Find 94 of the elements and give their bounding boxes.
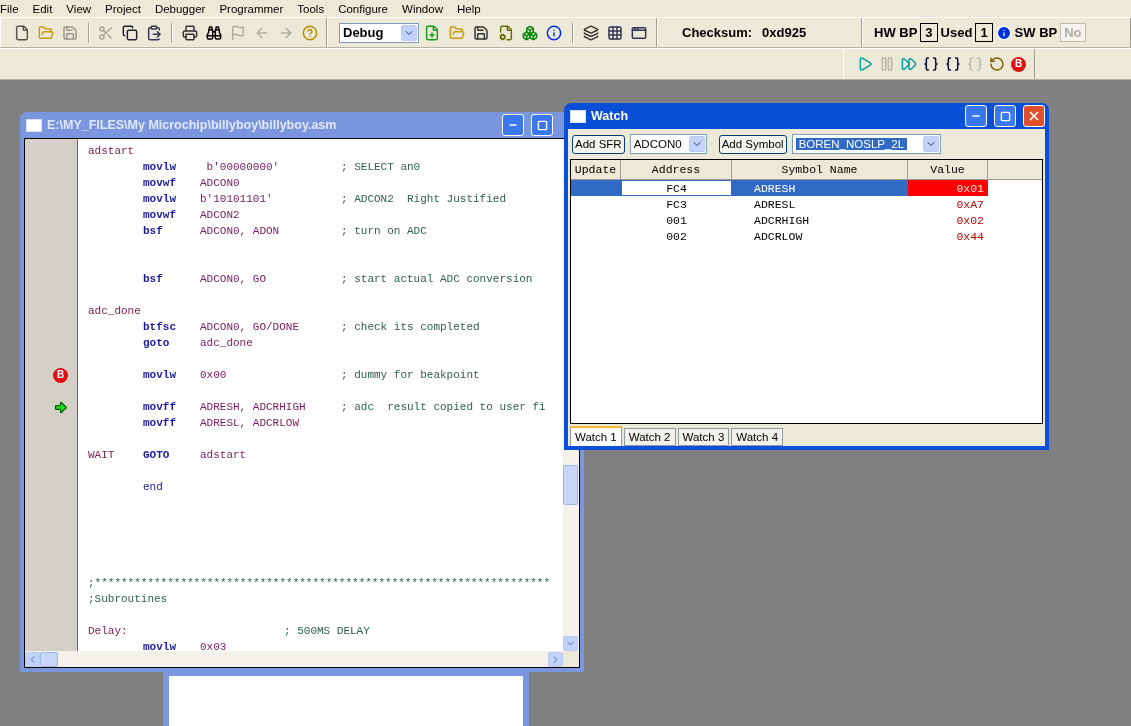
breakpoint-marker[interactable]: B — [53, 367, 68, 383]
code-label: WAIT — [88, 449, 115, 461]
window-title: Watch — [591, 109, 630, 123]
code-instruction: bsf — [143, 273, 163, 285]
used-label: Used — [940, 25, 973, 40]
selection-highlight — [571, 180, 621, 196]
code-operand: ADCON0, GO/DONE — [200, 321, 300, 333]
menu-item[interactable]: Tools — [297, 2, 331, 15]
window-title: E:\MY_FILES\My Microchip\billyboy\billyboy.asm — [47, 118, 338, 132]
column-header[interactable]: Update — [571, 160, 621, 180]
table-cell: FC4 — [621, 180, 732, 196]
minimize-button[interactable] — [965, 105, 987, 127]
code-label: Delay: — [88, 625, 128, 637]
code-operand: ADRESL, ADCRLOW — [200, 417, 300, 429]
code-instruction: goto — [143, 337, 170, 349]
code-instruction: movff — [143, 417, 176, 429]
checksum-label: Checksum: — [682, 25, 753, 40]
code-comment: ; adc result copied to user fi — [341, 401, 546, 413]
hw-bp-count: 3 — [920, 23, 938, 42]
code-instruction: movwf — [143, 209, 176, 221]
used-count: 1 — [975, 23, 993, 42]
table-cell: ADRESH — [732, 180, 908, 196]
column-header[interactable]: Symbol Name — [732, 160, 908, 180]
info-icon — [995, 24, 1012, 41]
menu-item[interactable]: Configure — [338, 2, 395, 15]
code-comment: ; start actual ADC conversion — [341, 273, 533, 285]
close-icon — [1027, 109, 1041, 123]
code-instruction: movwf — [143, 177, 176, 189]
code-operand: ADCON0, GO — [200, 273, 266, 285]
code-label: adstart — [88, 145, 135, 157]
scroll-right-icon[interactable] — [548, 651, 563, 667]
code-comment: ; 500MS DELAY — [284, 625, 370, 637]
watch-tab[interactable]: Watch 4 — [731, 428, 784, 446]
close-button[interactable] — [1023, 105, 1045, 127]
code-instruction: GOTO — [143, 449, 170, 461]
window-icon — [26, 118, 42, 132]
maximize-icon — [536, 119, 548, 131]
code-instruction: movlw — [143, 369, 176, 381]
code-instruction: movlw — [143, 161, 176, 173]
code-operand: ADCON0, ADON — [200, 225, 280, 237]
table-cell: 0x01 — [908, 180, 988, 196]
code-operand: 0x00 — [200, 369, 227, 381]
code-instruction: movlw — [143, 641, 176, 651]
column-header[interactable]: Address — [621, 160, 732, 180]
code-instruction: bsf — [143, 225, 163, 237]
code-label: adc_done — [88, 305, 141, 317]
menu-item[interactable]: Programmer — [219, 2, 290, 15]
menu-item[interactable]: Help — [456, 2, 487, 15]
header-filler — [988, 160, 1042, 180]
add-symbol-button[interactable]: Add Symbol — [718, 134, 787, 154]
sfr-dropdown[interactable]: ADCON0 — [629, 134, 707, 154]
sw-bp-label: SW BP — [1014, 25, 1058, 40]
code-operand: adc_done — [200, 337, 253, 349]
code-directive: end — [143, 481, 163, 493]
code-comment: ; ADCON2 Right Justified — [341, 193, 507, 205]
menu-item[interactable]: Edit — [32, 2, 59, 15]
code-instruction: btfsc — [143, 321, 176, 333]
code-operand: b'00000000' — [205, 161, 280, 173]
code-operand: ADCON2 — [200, 209, 240, 221]
code-comment: ; turn on ADC — [341, 225, 427, 237]
add-sfr-button[interactable]: Add SFR — [572, 134, 625, 154]
menu-item[interactable]: Project — [105, 2, 147, 15]
code-comment: ; check its completed — [341, 321, 480, 333]
maximize-button[interactable] — [531, 114, 553, 136]
code-operand: ADCON0 — [200, 177, 240, 189]
watch-tab[interactable]: Watch 1 — [570, 426, 622, 446]
minimize-button[interactable] — [502, 114, 524, 136]
symbol-dropdown[interactable]: BOREN_NOSLP_2L — [791, 134, 941, 154]
code-comment: ;********************************************************************* — [88, 577, 551, 589]
code-operand: b'10101101' — [200, 193, 273, 205]
watch-tab[interactable]: Watch 2 — [623, 428, 676, 446]
scroll-left-icon[interactable] — [25, 651, 40, 667]
menu-item[interactable]: Window — [402, 2, 449, 15]
scroll-thumb[interactable] — [563, 465, 578, 505]
code-instruction: movff — [143, 401, 176, 413]
menu-item[interactable]: File — [0, 2, 25, 15]
menu-item[interactable]: Debugger — [154, 2, 212, 15]
code-comment: ; SELECT an0 — [341, 161, 421, 173]
column-header[interactable]: Value — [908, 160, 988, 180]
code-comment: ; dummy for beakpoint — [341, 369, 480, 381]
code-operand: 0x03 — [200, 641, 227, 651]
build-config-dropdown[interactable]: Debug — [339, 22, 419, 43]
checksum-value: 0xd925 — [762, 25, 807, 40]
code-operand: adstart — [200, 449, 247, 461]
hw-bp-label: HW BP — [874, 25, 918, 40]
scroll-thumb[interactable] — [40, 651, 58, 667]
code-operand: ADRESH, ADCRHIGH — [200, 401, 306, 413]
menu-item[interactable]: View — [66, 2, 98, 15]
maximize-button[interactable] — [994, 105, 1016, 127]
watch-tab[interactable]: Watch 3 — [677, 428, 730, 446]
code-comment: ;Subroutines — [88, 593, 168, 605]
maximize-icon — [999, 110, 1011, 122]
window-icon — [570, 109, 586, 123]
code-instruction: movlw — [143, 193, 176, 205]
